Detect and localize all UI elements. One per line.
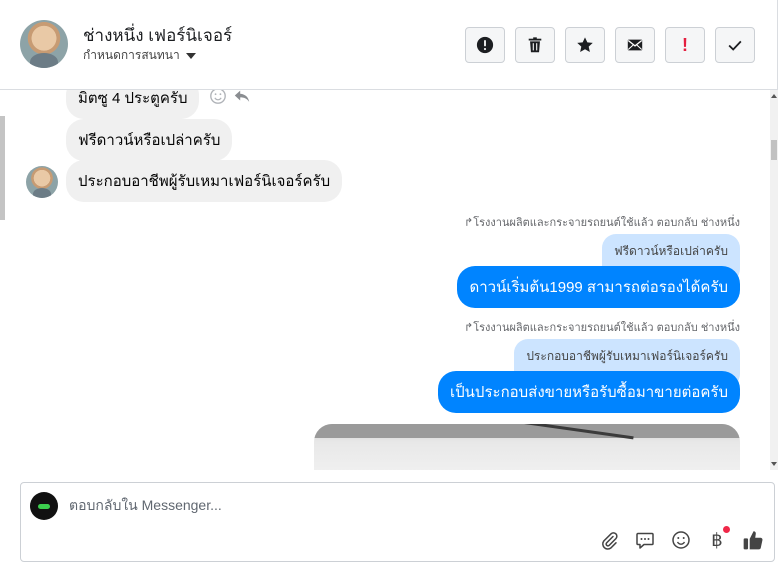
paperclip-icon: [602, 532, 618, 550]
contact-name[interactable]: ช่างหนึ่ง เฟอร์นิเจอร์: [83, 22, 232, 49]
smiley-icon: [672, 531, 690, 549]
speech-bubble-icon: [636, 532, 654, 549]
payment-button[interactable]: ฿: [706, 526, 730, 551]
outgoing-message[interactable]: เป็นประกอบส่งขายหรือรับซื้อมาขายต่อครับ: [438, 371, 740, 413]
star-button[interactable]: [565, 27, 605, 63]
reply-arrow-icon: ↱: [464, 322, 474, 334]
reply-context: ↱โรงงานผลิตและกระจายรถยนต์ใช้แล้ว ตอบกลั…: [464, 213, 740, 231]
exclamation-icon: !: [682, 34, 688, 55]
contact-avatar-small[interactable]: [26, 166, 58, 198]
reply-composer: ฿: [20, 482, 775, 562]
scrollbar-thumb[interactable]: [771, 140, 777, 160]
scroll-down-arrow-icon[interactable]: [771, 462, 777, 466]
reply-arrow-icon: ↱: [464, 217, 474, 229]
baht-icon: ฿: [711, 529, 723, 550]
image-attachment[interactable]: [314, 424, 740, 470]
chevron-down-icon: [185, 53, 196, 59]
envelope-icon: [627, 39, 643, 51]
attach-button[interactable]: [598, 529, 620, 551]
conversation-settings-dropdown[interactable]: กำหนดการสนทนา: [83, 46, 196, 65]
mark-unread-button[interactable]: [615, 27, 655, 63]
thumbs-up-icon: [743, 531, 763, 550]
incoming-message[interactable]: มิตซู 4 ประตูครับ: [66, 90, 200, 119]
message-actions: [209, 90, 251, 105]
notification-dot: [723, 526, 730, 533]
mark-spam-button[interactable]: [465, 27, 505, 63]
scroll-up-arrow-icon[interactable]: [771, 94, 777, 98]
check-icon: [728, 40, 742, 51]
incoming-message[interactable]: ประกอบอาชีพผู้รับเหมาเฟอร์นิเจอร์ครับ: [66, 160, 343, 202]
smiley-icon[interactable]: [209, 90, 227, 105]
trash-icon: [528, 37, 542, 53]
page-avatar: [30, 492, 58, 520]
like-button[interactable]: [742, 529, 764, 551]
composer-tools: ฿: [598, 526, 764, 551]
reply-context-text: โรงงานผลิตและกระจายรถยนต์ใช้แล้ว ตอบกลับ…: [473, 217, 740, 229]
priority-button[interactable]: !: [665, 27, 705, 63]
incoming-message[interactable]: ฟรีดาวน์หรือเปล่าครับ: [66, 119, 233, 161]
messenger-window: ช่างหนึ่ง เฟอร์นิเจอร์ กำหนดการสนทนา ! ม…: [0, 0, 778, 562]
reply-context: ↱โรงงานผลิตและกระจายรถยนต์ใช้แล้ว ตอบกลั…: [464, 318, 740, 336]
conversation-settings-label: กำหนดการสนทนา: [83, 48, 180, 62]
star-icon: [577, 37, 593, 53]
alert-circle-icon: [476, 36, 494, 54]
left-scrollbar[interactable]: [0, 116, 5, 220]
reply-context-text: โรงงานผลิตและกระจายรถยนต์ใช้แล้ว ตอบกลับ…: [473, 322, 740, 334]
conversation-header: ช่างหนึ่ง เฟอร์นิเจอร์ กำหนดการสนทนา !: [0, 0, 778, 90]
done-button[interactable]: [715, 27, 755, 63]
message-list[interactable]: มิตซู 4 ประตูครับ ฟรีดาวน์หรือเปล่าครับ …: [8, 90, 770, 470]
reply-input[interactable]: [69, 497, 669, 513]
delete-button[interactable]: [515, 27, 555, 63]
reply-arrow-icon[interactable]: [233, 90, 251, 105]
contact-avatar[interactable]: [20, 20, 68, 68]
saved-replies-button[interactable]: [634, 529, 656, 551]
header-actions: !: [465, 27, 755, 63]
outgoing-message[interactable]: ดาวน์เริ่มต้น1999 สามารถต่อรองได้ครับ: [457, 266, 740, 308]
conversation-scrollbar[interactable]: [770, 90, 778, 470]
emoji-button[interactable]: [670, 529, 692, 551]
